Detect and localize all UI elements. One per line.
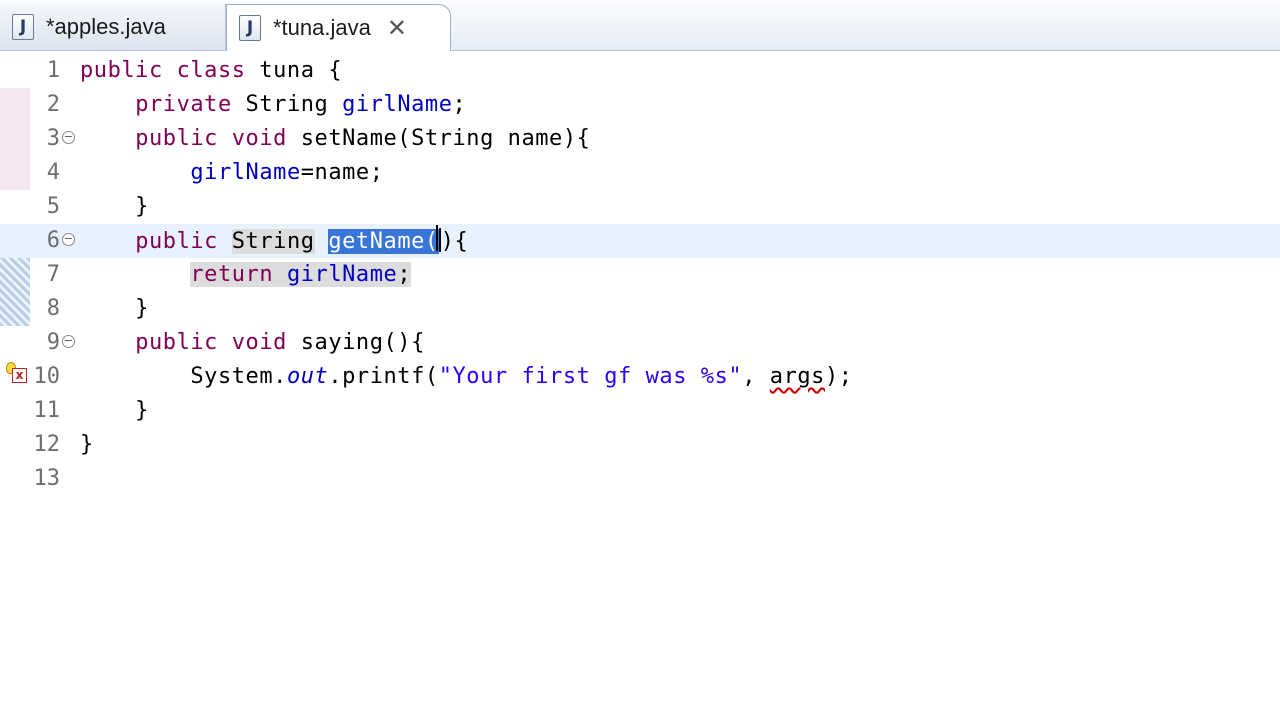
code-editor[interactable]: 1 public class tuna { 2 private String g… bbox=[0, 51, 1280, 720]
line-number: 8 bbox=[46, 296, 60, 321]
code-text: public void saying(){ bbox=[135, 330, 425, 355]
editor-tab-bar: J *apples.java J *tuna.java ✕ bbox=[0, 0, 1280, 51]
line-number: 1 bbox=[46, 58, 60, 83]
code-text: private String girlName; bbox=[135, 92, 467, 117]
line-number: 4 bbox=[46, 160, 60, 185]
line-number: 5 bbox=[46, 194, 60, 219]
line-number: 7 bbox=[46, 262, 60, 287]
code-line: 9 − public void saying(){ bbox=[0, 326, 1280, 360]
error-token[interactable]: args bbox=[770, 364, 825, 389]
line-number: 2 bbox=[46, 92, 60, 117]
tab-apples-java[interactable]: J *apples.java bbox=[0, 4, 226, 50]
code-line: 1 public class tuna { bbox=[0, 54, 1280, 88]
selected-text[interactable]: getName( bbox=[328, 229, 439, 254]
tab-label: *apples.java bbox=[46, 14, 166, 39]
tab-label: *tuna.java bbox=[273, 15, 371, 40]
code-line: x 10 System.out.printf("Your first gf wa… bbox=[0, 360, 1280, 394]
code-text: public class tuna { bbox=[80, 58, 343, 83]
code-text: return girlName; bbox=[190, 262, 412, 287]
line-number: 9 bbox=[46, 330, 60, 355]
code-line: 11 } bbox=[0, 394, 1280, 428]
code-text: girlName=name; bbox=[190, 160, 384, 185]
close-icon[interactable]: ✕ bbox=[387, 16, 407, 40]
code-line: 12 } bbox=[0, 428, 1280, 462]
code-line-current: 6 − public String getName(){ bbox=[0, 224, 1280, 258]
code-line: 13 bbox=[0, 462, 1280, 496]
line-number: 11 bbox=[33, 398, 61, 423]
tab-tuna-java[interactable]: J *tuna.java ✕ bbox=[226, 4, 451, 51]
code-line: 4 girlName=name; bbox=[0, 156, 1280, 190]
code-line: 2 private String girlName; bbox=[0, 88, 1280, 122]
java-file-icon: J bbox=[12, 14, 34, 40]
code-text: } bbox=[80, 296, 149, 321]
code-line: 7 return girlName; bbox=[0, 258, 1280, 292]
code-text: public String getName(){ bbox=[135, 228, 469, 254]
code-text: } bbox=[80, 194, 149, 219]
line-number: 3 bbox=[46, 126, 60, 151]
java-file-icon: J bbox=[239, 15, 261, 41]
line-number: 6 bbox=[46, 228, 60, 253]
line-number: 10 bbox=[33, 364, 61, 389]
code-text: System.out.printf("Your first gf was %s"… bbox=[80, 364, 853, 389]
code-line: 3 − public void setName(String name){ bbox=[0, 122, 1280, 156]
code-text: } bbox=[80, 398, 149, 423]
mouse-ibeam-cursor bbox=[436, 225, 444, 251]
code-line: 8 } bbox=[0, 292, 1280, 326]
code-text: public void setName(String name){ bbox=[135, 126, 591, 151]
fold-toggle-icon[interactable]: − bbox=[62, 233, 75, 246]
fold-toggle-icon[interactable]: − bbox=[62, 335, 75, 348]
code-line: 5 } bbox=[0, 190, 1280, 224]
code-text: } bbox=[80, 432, 94, 457]
line-number: 13 bbox=[33, 466, 61, 491]
fold-toggle-icon[interactable]: − bbox=[62, 131, 75, 144]
line-number: 12 bbox=[33, 432, 61, 457]
